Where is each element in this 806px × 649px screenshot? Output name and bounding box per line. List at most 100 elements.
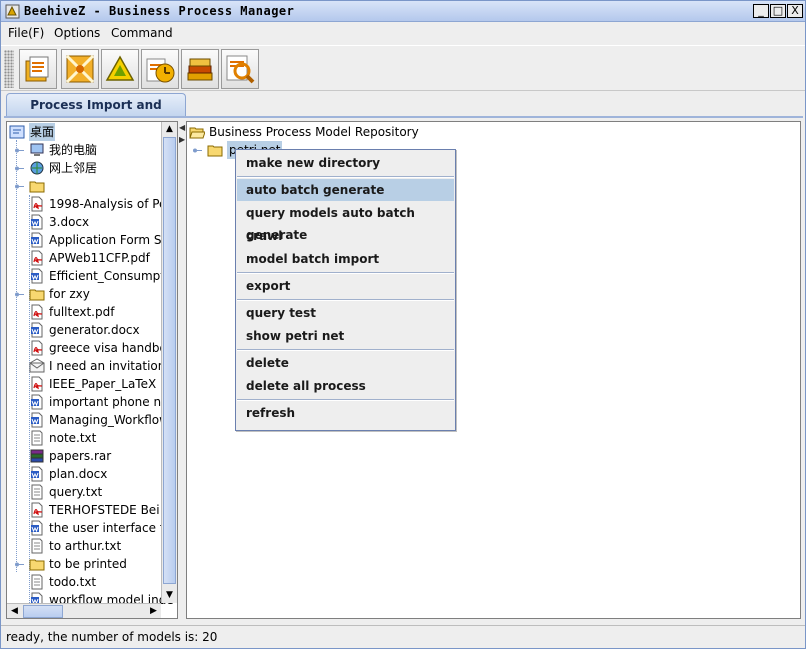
menu-command[interactable]: Command [111,26,173,40]
tree-item[interactable]: for zxy [7,285,161,303]
folder-icon [29,559,45,571]
vertical-scroll-thumb[interactable] [163,137,176,584]
tree-item-label: 1998-Analysis of Pe [49,197,167,211]
tree-item[interactable] [7,177,161,195]
menu-options[interactable]: Options [54,26,100,40]
expand-knob-icon[interactable] [15,292,24,297]
menu-item-model-batch-import[interactable]: model batch import [237,248,454,270]
collapse-right-icon[interactable]: ▶ [179,135,185,144]
txt-icon [31,574,43,590]
tree-item[interactable]: to arthur.txt [7,537,161,555]
tree-item[interactable]: 3.docx [7,213,161,231]
tree-item-label: greece visa handboo [49,341,175,355]
toolbar [1,45,805,91]
menu-item-crawl[interactable]: crawl [237,225,454,247]
tree-item[interactable]: TERHOFSTEDE Bei [7,501,161,519]
open-doc-button[interactable] [19,49,57,89]
tree-item[interactable]: important phone nur [7,393,174,411]
tree-root-desktop[interactable]: 桌面 [7,123,161,141]
file-tree-vertical-scrollbar[interactable]: ▲ ▼ [161,122,177,603]
menu-item-auto-batch-generate[interactable]: auto batch generate [237,179,454,201]
menu-item-query-models-auto-batch-generate[interactable]: query models auto batch generate [237,202,454,242]
tree-item-label: IEEE_Paper_LaTeX [49,377,157,391]
tree-item[interactable]: 1998-Analysis of Pe [7,195,166,213]
app-window: BeehiveZ - Business Process Manager _ □ … [0,0,806,649]
expand-knob-icon[interactable] [15,562,24,567]
status-bar: ready, the number of models is: 20 [1,625,805,648]
layout-button[interactable] [61,49,99,89]
minimize-button[interactable]: _ [753,4,769,18]
menu-item-export[interactable]: export [237,275,454,297]
title-bar[interactable]: BeehiveZ - Business Process Manager _ □ … [1,1,805,22]
triangle-button[interactable] [101,49,139,89]
horizontal-scroll-thumb[interactable] [23,605,63,618]
search-button[interactable] [221,49,259,89]
doc-icon [31,268,43,284]
tree-item-label: query.txt [49,485,103,499]
tree-item-label: 桌面 [29,123,56,141]
pdf-icon [31,196,43,212]
menu-separator [237,176,454,178]
close-button[interactable]: X [787,4,803,18]
maximize-button[interactable]: □ [770,4,786,18]
tree-item[interactable]: the user interface for [7,519,176,537]
books-icon [187,58,213,81]
repository-root-label: Business Process Model Repository [209,125,419,139]
menu-file[interactable]: File(F) [8,26,44,40]
scroll-left-icon[interactable]: ◀ [7,604,22,618]
expand-knob-icon[interactable] [15,184,24,189]
status-text: ready, the number of models is: 20 [6,630,218,644]
tree-item[interactable]: IEEE_Paper_LaTeX [7,375,161,393]
tree-item[interactable]: generator.docx [7,321,161,339]
tree-item[interactable]: plan.docx [7,465,161,483]
txt-icon [31,484,43,500]
scroll-up-icon[interactable]: ▲ [162,122,177,136]
tree-item[interactable]: query.txt [7,483,161,501]
computer-icon [30,143,44,156]
network-icon [30,161,44,175]
folder-icon [29,289,45,301]
tree-item[interactable]: 网上邻居 [7,159,161,177]
mail-icon [29,358,45,373]
scroll-down-icon[interactable]: ▼ [162,588,177,602]
menu-separator [237,272,454,274]
tree-item-label: note.txt [49,431,97,445]
split-pane-divider[interactable]: ◀ ▶ [179,121,186,619]
tree-item-label: TERHOFSTEDE Bei [49,503,160,517]
tree-item[interactable]: APWeb11CFP.pdf [7,249,161,267]
tree-item[interactable]: papers.rar [7,447,161,465]
tree-item[interactable]: Managing_Workflow [7,411,169,429]
books-button[interactable] [181,49,219,89]
file-tree-panel[interactable]: 桌面我的电脑网上邻居 1998-Analysis of Pe 3.docx Appli… [6,121,178,619]
menu-item-delete-all-process[interactable]: delete all process [237,375,454,397]
collapse-left-icon[interactable]: ◀ [179,123,185,132]
toolbar-grip[interactable] [4,50,14,88]
doc-icon [31,214,43,230]
layout-icon [65,54,95,84]
file-tree-horizontal-scrollbar[interactable]: ◀ ▶ [7,603,161,618]
tree-item[interactable]: I need an invitation le [7,357,177,375]
expand-knob-icon[interactable] [15,166,24,171]
tree-item-label: Application Form SO [49,233,171,247]
menu-item-delete[interactable]: delete [237,352,454,374]
tree-item[interactable]: note.txt [7,429,161,447]
tree-item[interactable]: to be printed [7,555,161,573]
expand-knob-icon[interactable] [193,148,202,153]
tree-item-label: 我的电脑 [49,143,98,157]
menu-item-show-petri-net[interactable]: show petri net [237,325,454,347]
tree-item[interactable]: todo.txt [7,573,161,591]
repository-root[interactable]: Business Process Model Repository [189,123,589,141]
scroll-right-icon[interactable]: ▶ [146,604,161,618]
menu-item-query-test[interactable]: query test [237,302,454,324]
clock-button[interactable] [141,49,179,89]
tab-process-import-outport[interactable]: Process Import and Outport [6,93,186,134]
tree-item[interactable]: Application Form SO [7,231,171,249]
menu-item-refresh[interactable]: refresh [237,402,454,424]
tree-item[interactable]: greece visa handboo [7,339,174,357]
tree-item[interactable]: Efficient_Consumpti [7,267,168,285]
menu-item-make-new-directory[interactable]: make new directory [237,152,454,174]
expand-knob-icon[interactable] [15,148,24,153]
tree-item-label: todo.txt [49,575,97,589]
tree-item[interactable]: 我的电脑 [7,141,161,159]
tree-item[interactable]: fulltext.pdf [7,303,161,321]
